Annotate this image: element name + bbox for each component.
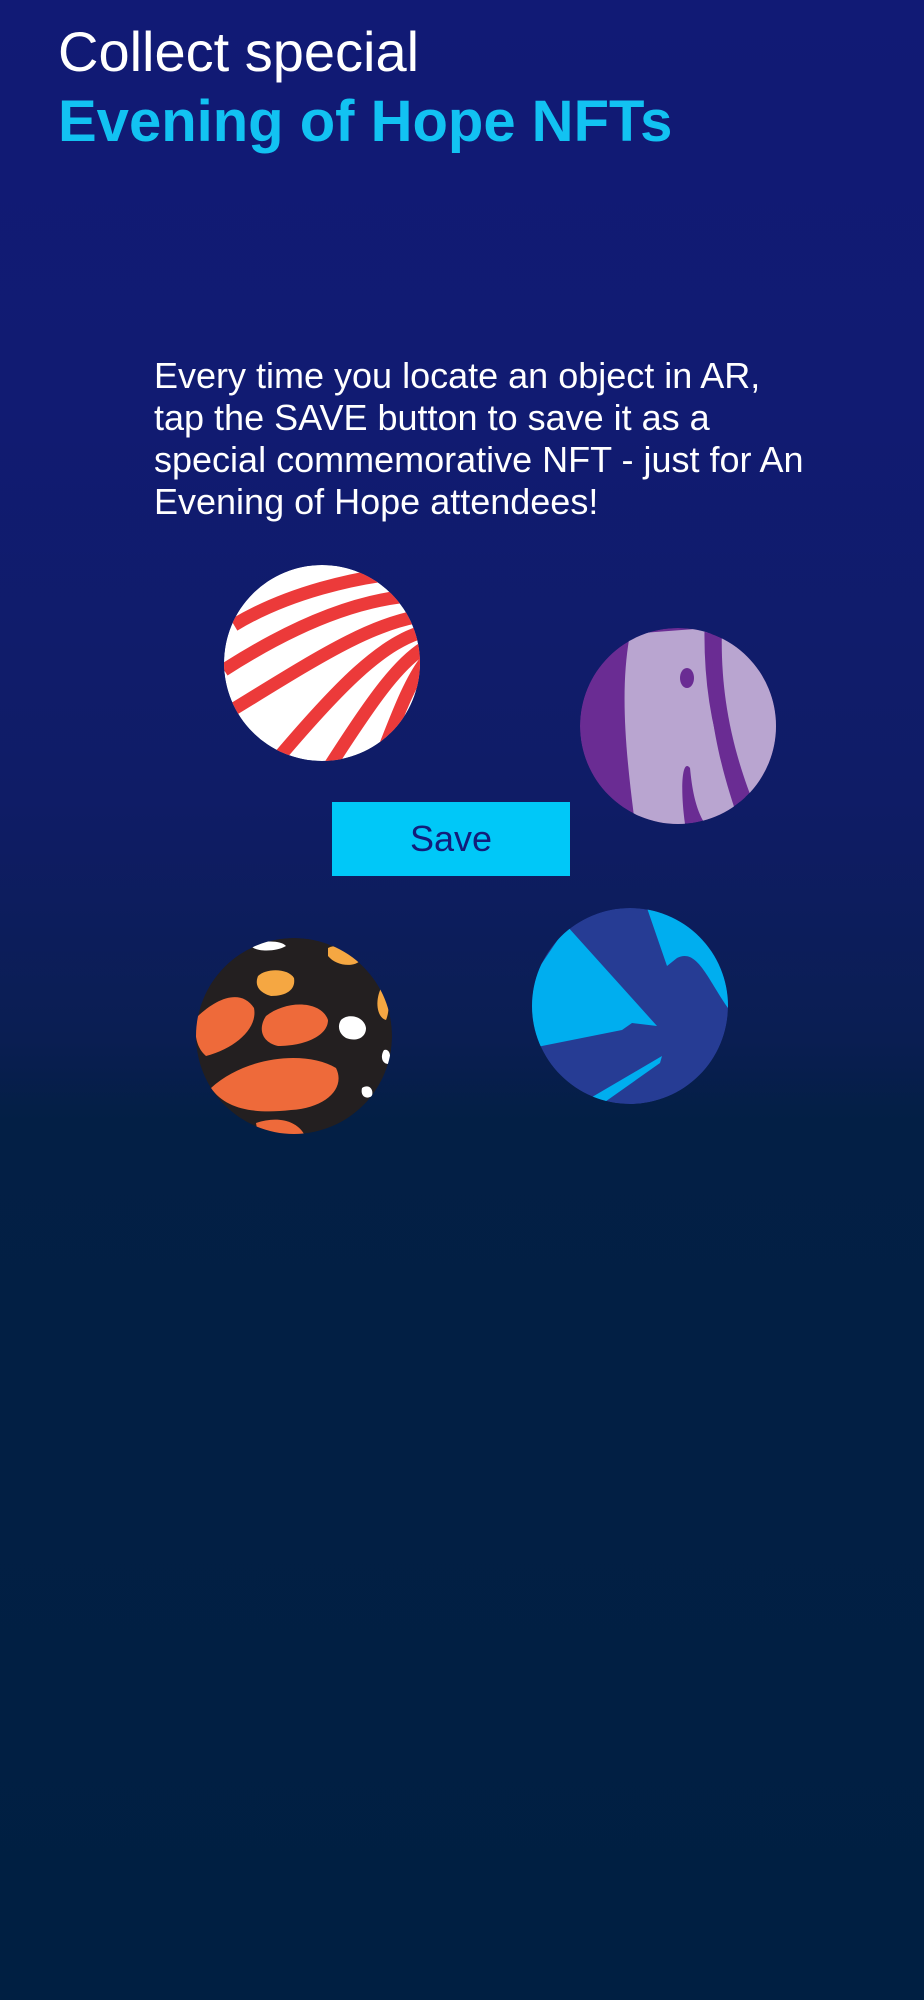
blue-geometric-nft-icon[interactable]	[532, 908, 728, 1104]
instructions-text: Every time you locate an object in AR, t…	[154, 355, 804, 522]
save-button[interactable]: Save	[332, 802, 570, 876]
title-line-1: Collect special	[58, 20, 420, 83]
purple-abstract-nft-icon[interactable]	[580, 628, 776, 824]
monarch-pattern-nft-icon[interactable]	[196, 938, 392, 1134]
title-line-2: Evening of Hope NFTs	[58, 89, 673, 154]
red-white-stripes-nft-icon[interactable]	[224, 565, 420, 761]
